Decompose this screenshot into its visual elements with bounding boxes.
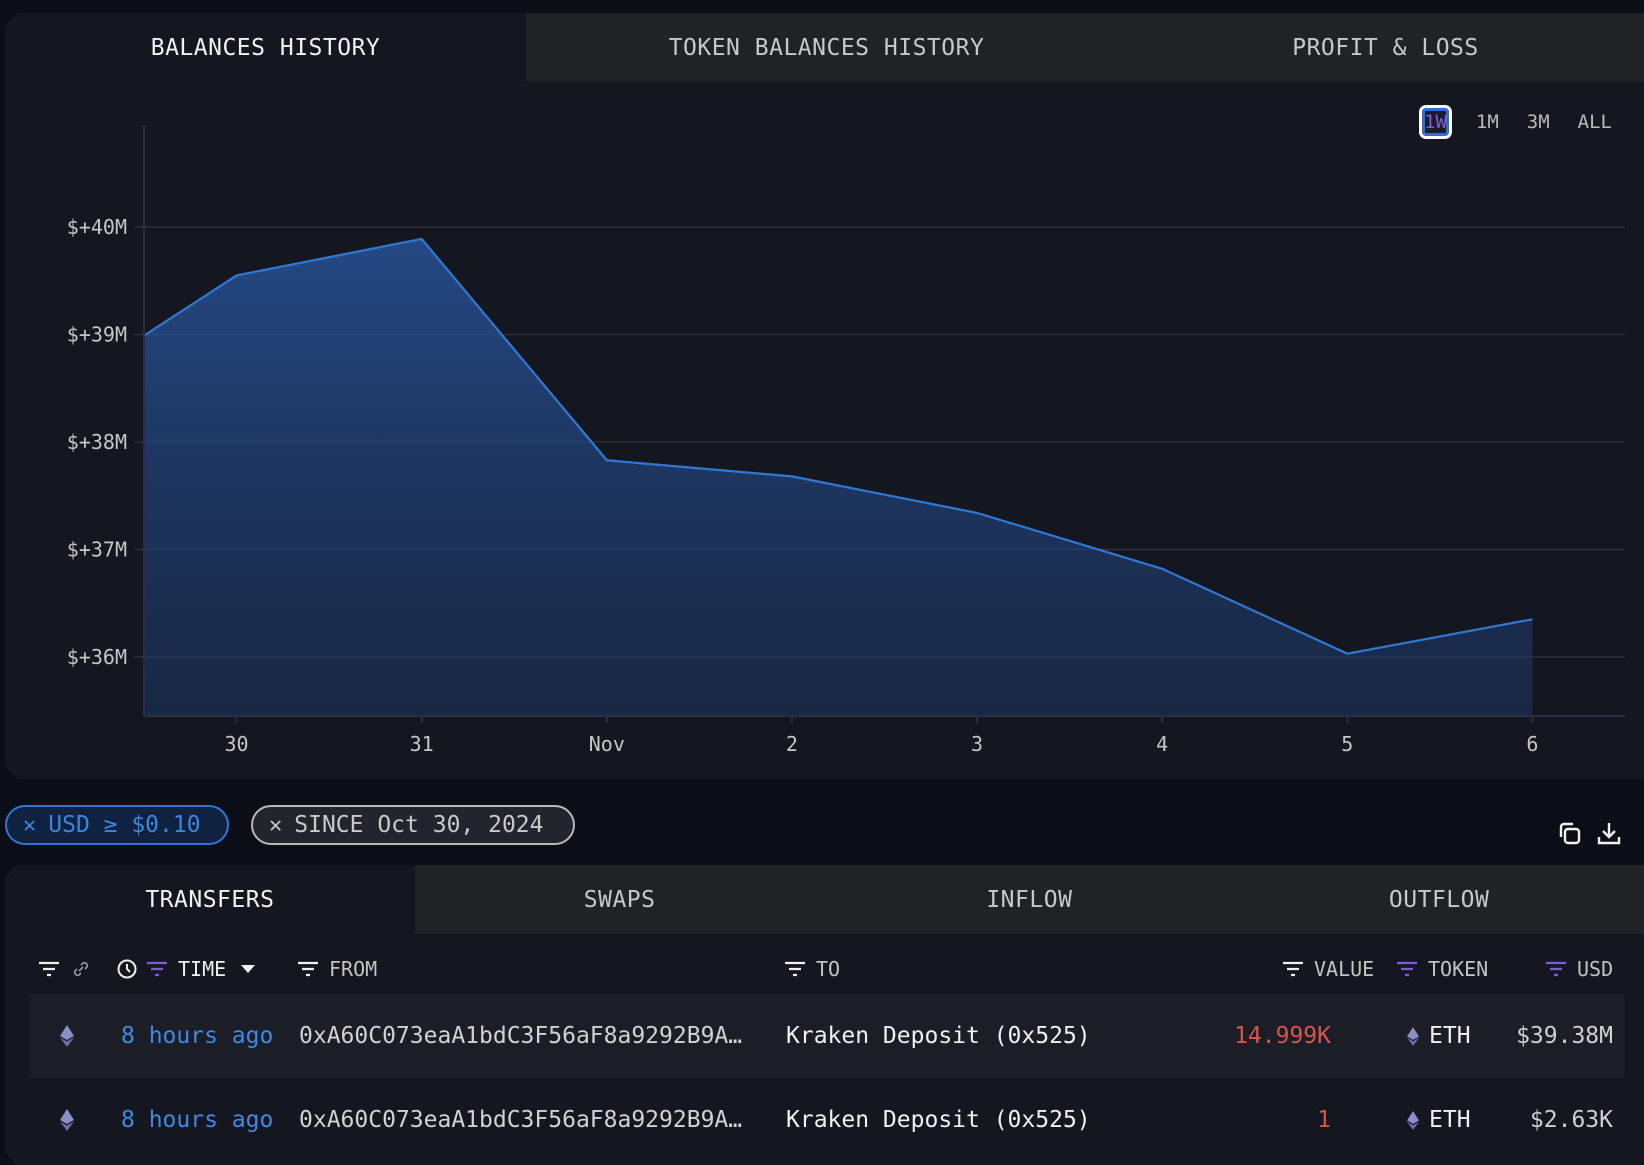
- to-column-header[interactable]: TO: [784, 949, 840, 989]
- ethereum-icon: [1407, 1078, 1419, 1162]
- time-column-header[interactable]: TIME: [116, 949, 256, 989]
- y-tick-label: $+40M: [67, 215, 127, 239]
- ethereum-icon: [60, 994, 74, 1078]
- balance-area: [144, 239, 1532, 716]
- table-header: TIME FROM TO VALUE TOKEN USD: [5, 949, 1644, 989]
- sort-desc-icon[interactable]: [240, 964, 256, 974]
- filter-chip-label: USD ≥ $0.10: [48, 812, 200, 838]
- from-address[interactable]: 0xA60C073eaA1bdC3F56aF8a9292B9A…: [299, 1078, 742, 1162]
- filter-chip-since[interactable]: ✕ SINCE Oct 30, 2024: [251, 805, 575, 845]
- filter-icon[interactable]: [1396, 961, 1418, 977]
- y-tick-label: $+39M: [67, 323, 127, 347]
- filter-chip-usd[interactable]: ✕ USD ≥ $0.10: [5, 805, 229, 845]
- transfer-value: 1: [1317, 1078, 1331, 1162]
- x-tick-label: 4: [1156, 732, 1168, 756]
- to-header-label: TO: [816, 957, 840, 981]
- filter-icon[interactable]: [1282, 961, 1304, 977]
- token-column-header[interactable]: TOKEN: [1396, 949, 1488, 989]
- link-icon[interactable]: [70, 958, 92, 980]
- table-row[interactable]: 8 hours ago 0xA60C073eaA1bdC3F56aF8a9292…: [29, 994, 1625, 1078]
- value-header-label: VALUE: [1314, 957, 1374, 981]
- filter-icon[interactable]: [784, 961, 806, 977]
- usd-header-label: USD: [1577, 957, 1613, 981]
- from-header-label: FROM: [329, 957, 377, 981]
- time-link[interactable]: 8 hours ago: [121, 1078, 273, 1162]
- ethereum-icon: [60, 1078, 74, 1162]
- ethereum-icon: [1407, 994, 1419, 1078]
- balance-chart: $+36M $+37M $+38M $+39M $+40M 30 31 Nov 2 3 4 5 6: [5, 13, 1644, 779]
- token-symbol[interactable]: ETH: [1429, 994, 1471, 1078]
- to-entity[interactable]: Kraken Deposit (0x525): [786, 994, 1091, 1078]
- usd-value: $2.63K: [1530, 1078, 1613, 1162]
- x-tick-label: 31: [410, 732, 434, 756]
- time-header-label: TIME: [178, 957, 226, 981]
- tab-outflow[interactable]: OUTFLOW: [1234, 865, 1644, 934]
- clock-icon: [116, 958, 138, 980]
- table-row[interactable]: 8 hours ago 0xA60C073eaA1bdC3F56aF8a9292…: [29, 1078, 1625, 1162]
- filter-icon[interactable]: [38, 961, 60, 977]
- filter-chip-label: SINCE Oct 30, 2024: [294, 812, 543, 838]
- x-tick-label: 30: [225, 732, 249, 756]
- close-icon[interactable]: ✕: [23, 813, 36, 838]
- usd-column-header[interactable]: USD: [1545, 949, 1613, 989]
- to-entity[interactable]: Kraken Deposit (0x525): [786, 1078, 1091, 1162]
- x-tick-label: Nov: [589, 732, 625, 756]
- transfers-panel: TRANSFERS SWAPS INFLOW OUTFLOW TIME FROM…: [5, 865, 1644, 1165]
- token-header-label: TOKEN: [1428, 957, 1488, 981]
- filter-icon[interactable]: [1545, 961, 1567, 977]
- copy-icon[interactable]: [1555, 819, 1585, 849]
- transfer-value: 14.999K: [1234, 994, 1331, 1078]
- transfer-tabs: TRANSFERS SWAPS INFLOW OUTFLOW: [5, 865, 1644, 933]
- usd-value: $39.38M: [1516, 994, 1613, 1078]
- filter-icon[interactable]: [146, 961, 168, 977]
- x-tick-label: 2: [786, 732, 798, 756]
- token-symbol[interactable]: ETH: [1429, 1078, 1471, 1162]
- tab-transfers[interactable]: TRANSFERS: [5, 865, 415, 934]
- close-icon[interactable]: ✕: [269, 813, 282, 838]
- y-tick-label: $+37M: [67, 537, 127, 561]
- balances-panel: BALANCES HISTORY TOKEN BALANCES HISTORY …: [5, 13, 1644, 779]
- from-column-header[interactable]: FROM: [297, 949, 377, 989]
- value-column-header[interactable]: VALUE: [1282, 949, 1374, 989]
- y-tick-label: $+38M: [67, 430, 127, 454]
- tab-swaps[interactable]: SWAPS: [415, 865, 825, 934]
- tab-inflow[interactable]: INFLOW: [825, 865, 1235, 934]
- filter-icon[interactable]: [297, 961, 319, 977]
- x-tick-label: 3: [971, 732, 983, 756]
- download-icon[interactable]: [1594, 819, 1624, 849]
- x-tick-label: 6: [1526, 732, 1538, 756]
- chain-filter[interactable]: [38, 949, 92, 989]
- x-tick-label: 5: [1341, 732, 1353, 756]
- from-address[interactable]: 0xA60C073eaA1bdC3F56aF8a9292B9A…: [299, 994, 742, 1078]
- time-link[interactable]: 8 hours ago: [121, 994, 273, 1078]
- y-tick-label: $+36M: [67, 645, 127, 669]
